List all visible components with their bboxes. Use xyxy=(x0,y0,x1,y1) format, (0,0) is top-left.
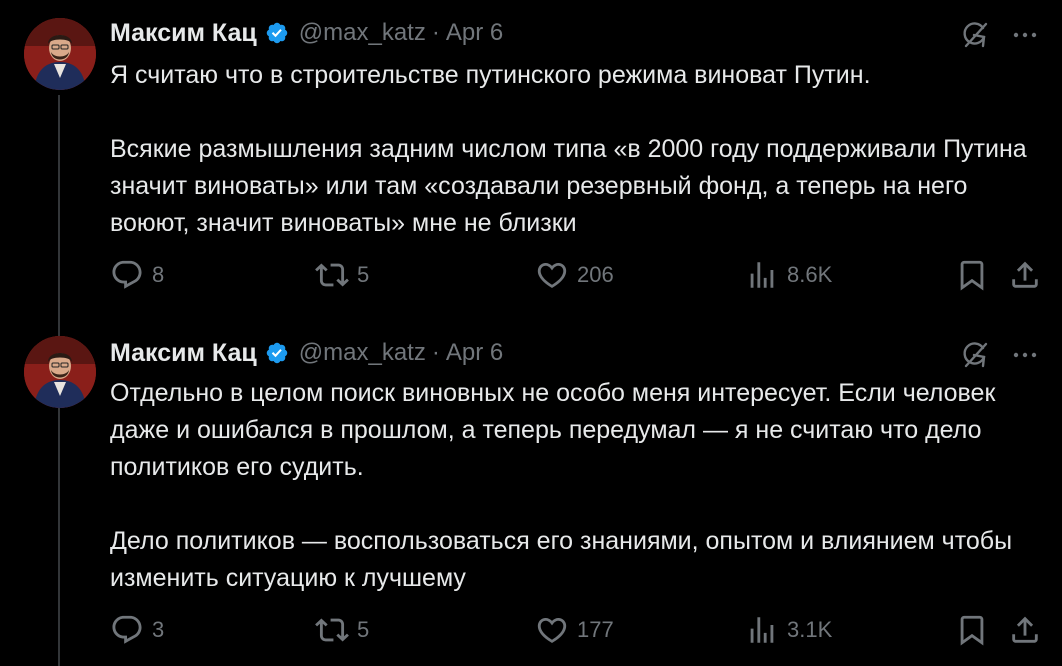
tweet-paragraph: Дело политиков — воспользоваться его зна… xyxy=(110,527,1013,592)
repost-button[interactable]: 5 xyxy=(315,255,369,295)
reply-button[interactable]: 3 xyxy=(110,610,164,650)
tweet-paragraph: Отдельно в целом поиск виновных не особо… xyxy=(110,379,996,481)
author-name[interactable]: Максим Кац xyxy=(110,19,257,48)
tweet-1[interactable]: Максим Кац @max_katz · Apr 6 Я считаю чт… xyxy=(0,0,1062,320)
reply-icon xyxy=(110,258,144,292)
avatar[interactable] xyxy=(24,18,96,90)
views-icon xyxy=(745,258,779,292)
grok-icon[interactable] xyxy=(958,338,992,372)
more-icon[interactable] xyxy=(1008,18,1042,52)
separator-dot: · xyxy=(431,339,440,366)
tweet-paragraph: Всякие размышления задним числом типа «в… xyxy=(110,135,1027,237)
more-icon[interactable] xyxy=(1008,338,1042,372)
bookmark-icon xyxy=(955,258,989,292)
author-handle[interactable]: @max_katz xyxy=(299,19,426,47)
repost-count: 5 xyxy=(357,262,370,287)
tweet-date[interactable]: Apr 6 xyxy=(446,339,503,367)
tweet-actions: 3 5 177 3.1K xyxy=(110,610,1050,650)
like-count: 177 xyxy=(577,617,614,642)
repost-count: 5 xyxy=(357,617,370,642)
views-icon xyxy=(745,613,779,647)
repost-button[interactable]: 5 xyxy=(315,610,369,650)
tweet-date[interactable]: Apr 6 xyxy=(446,19,503,47)
reply-count: 8 xyxy=(152,262,165,287)
avatar[interactable] xyxy=(24,336,96,408)
bookmark-button[interactable] xyxy=(955,610,989,650)
reply-count: 3 xyxy=(152,617,165,642)
tweet-header: Максим Кац @max_katz · Apr 6 xyxy=(110,335,503,371)
like-button[interactable]: 206 xyxy=(535,255,614,295)
share-button[interactable] xyxy=(1008,610,1042,650)
verified-badge-icon xyxy=(265,341,289,365)
views-count: 3.1K xyxy=(787,617,833,642)
reply-button[interactable]: 8 xyxy=(110,255,164,295)
grok-icon[interactable] xyxy=(958,18,992,52)
bookmark-button[interactable] xyxy=(955,255,989,295)
tweet-text: Отдельно в целом поиск виновных не особо… xyxy=(110,375,1040,597)
share-icon xyxy=(1008,258,1042,292)
tweet-paragraph: Я считаю что в строительстве путинского … xyxy=(110,61,871,89)
author-name[interactable]: Максим Кац xyxy=(110,339,257,368)
views-button[interactable]: 8.6K xyxy=(745,255,832,295)
repost-icon xyxy=(315,258,349,292)
like-button[interactable]: 177 xyxy=(535,610,614,650)
repost-icon xyxy=(315,613,349,647)
reply-icon xyxy=(110,613,144,647)
verified-badge-icon xyxy=(265,21,289,45)
heart-icon xyxy=(535,613,569,647)
author-handle[interactable]: @max_katz xyxy=(299,339,426,367)
views-button[interactable]: 3.1K xyxy=(745,610,832,650)
tweet-actions: 8 5 206 8.6K xyxy=(110,255,1050,295)
tweet-2[interactable]: Максим Кац @max_katz · Apr 6 Отдельно в … xyxy=(0,320,1062,666)
views-count: 8.6K xyxy=(787,262,833,287)
tweet-header: Максим Кац @max_katz · Apr 6 xyxy=(110,15,503,51)
share-icon xyxy=(1008,613,1042,647)
like-count: 206 xyxy=(577,262,614,287)
heart-icon xyxy=(535,258,569,292)
tweet-text: Я считаю что в строительстве путинского … xyxy=(110,57,1040,242)
share-button[interactable] xyxy=(1008,255,1042,295)
bookmark-icon xyxy=(955,613,989,647)
separator-dot: · xyxy=(431,19,440,46)
